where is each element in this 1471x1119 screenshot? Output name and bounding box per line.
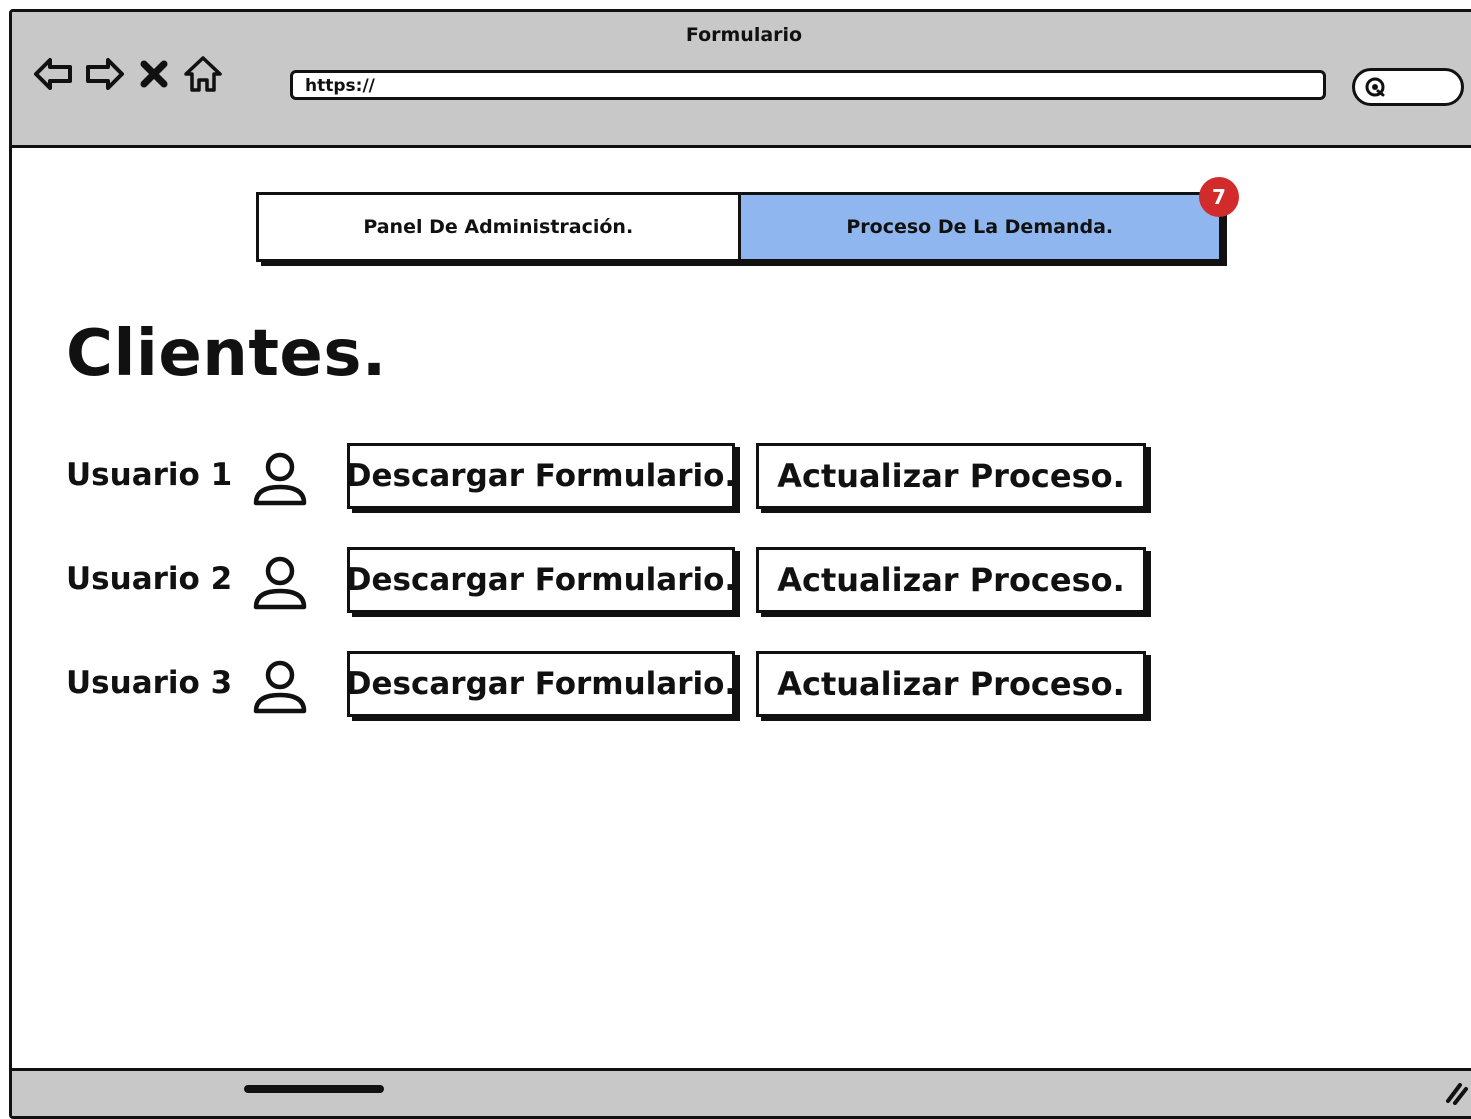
horizontal-scrollbar[interactable]	[244, 1085, 384, 1093]
client-row: Usuario 3 Descargar Formulario. Actualiz…	[66, 651, 1166, 721]
close-icon[interactable]	[136, 54, 172, 94]
url-input[interactable]: https://	[290, 70, 1326, 100]
window-title: Formulario	[685, 24, 803, 46]
page-title: Clientes.	[66, 317, 387, 391]
notification-badge: 7	[1199, 177, 1239, 217]
user-icon	[253, 556, 307, 610]
tab-proceso-demanda[interactable]: Proceso De La Demanda.	[737, 195, 1219, 259]
download-form-button[interactable]: Descargar Formulario.	[346, 443, 736, 509]
user-icon	[253, 660, 307, 714]
search-input[interactable]	[1352, 68, 1464, 106]
update-process-button[interactable]: Actualizar Proceso.	[756, 547, 1146, 613]
download-form-button[interactable]: Descargar Formulario.	[346, 651, 736, 717]
tab-panel-administracion[interactable]: Panel De Administración.	[259, 195, 738, 259]
update-process-button[interactable]: Actualizar Proceso.	[756, 443, 1146, 509]
back-arrow-icon[interactable]	[32, 54, 74, 94]
user-name: Usuario 2	[66, 561, 233, 597]
search-icon	[1365, 77, 1385, 97]
update-process-button[interactable]: Actualizar Proceso.	[756, 651, 1146, 717]
browser-window: Formulario https:// Panel De Administrac…	[9, 9, 1471, 1119]
user-name: Usuario 1	[66, 457, 233, 493]
user-icon	[253, 452, 307, 506]
user-name: Usuario 3	[66, 665, 233, 701]
browser-toolbar: Formulario https://	[12, 12, 1471, 148]
resize-grip-icon[interactable]	[1442, 1079, 1468, 1105]
home-icon[interactable]	[182, 54, 224, 94]
client-row: Usuario 1 Descargar Formulario. Actualiz…	[66, 443, 1166, 513]
forward-arrow-icon[interactable]	[84, 54, 126, 94]
client-row: Usuario 2 Descargar Formulario. Actualiz…	[66, 547, 1166, 617]
status-bar	[12, 1068, 1471, 1116]
tab-bar: Panel De Administración. Proceso De La D…	[256, 192, 1222, 262]
download-form-button[interactable]: Descargar Formulario.	[346, 547, 736, 613]
